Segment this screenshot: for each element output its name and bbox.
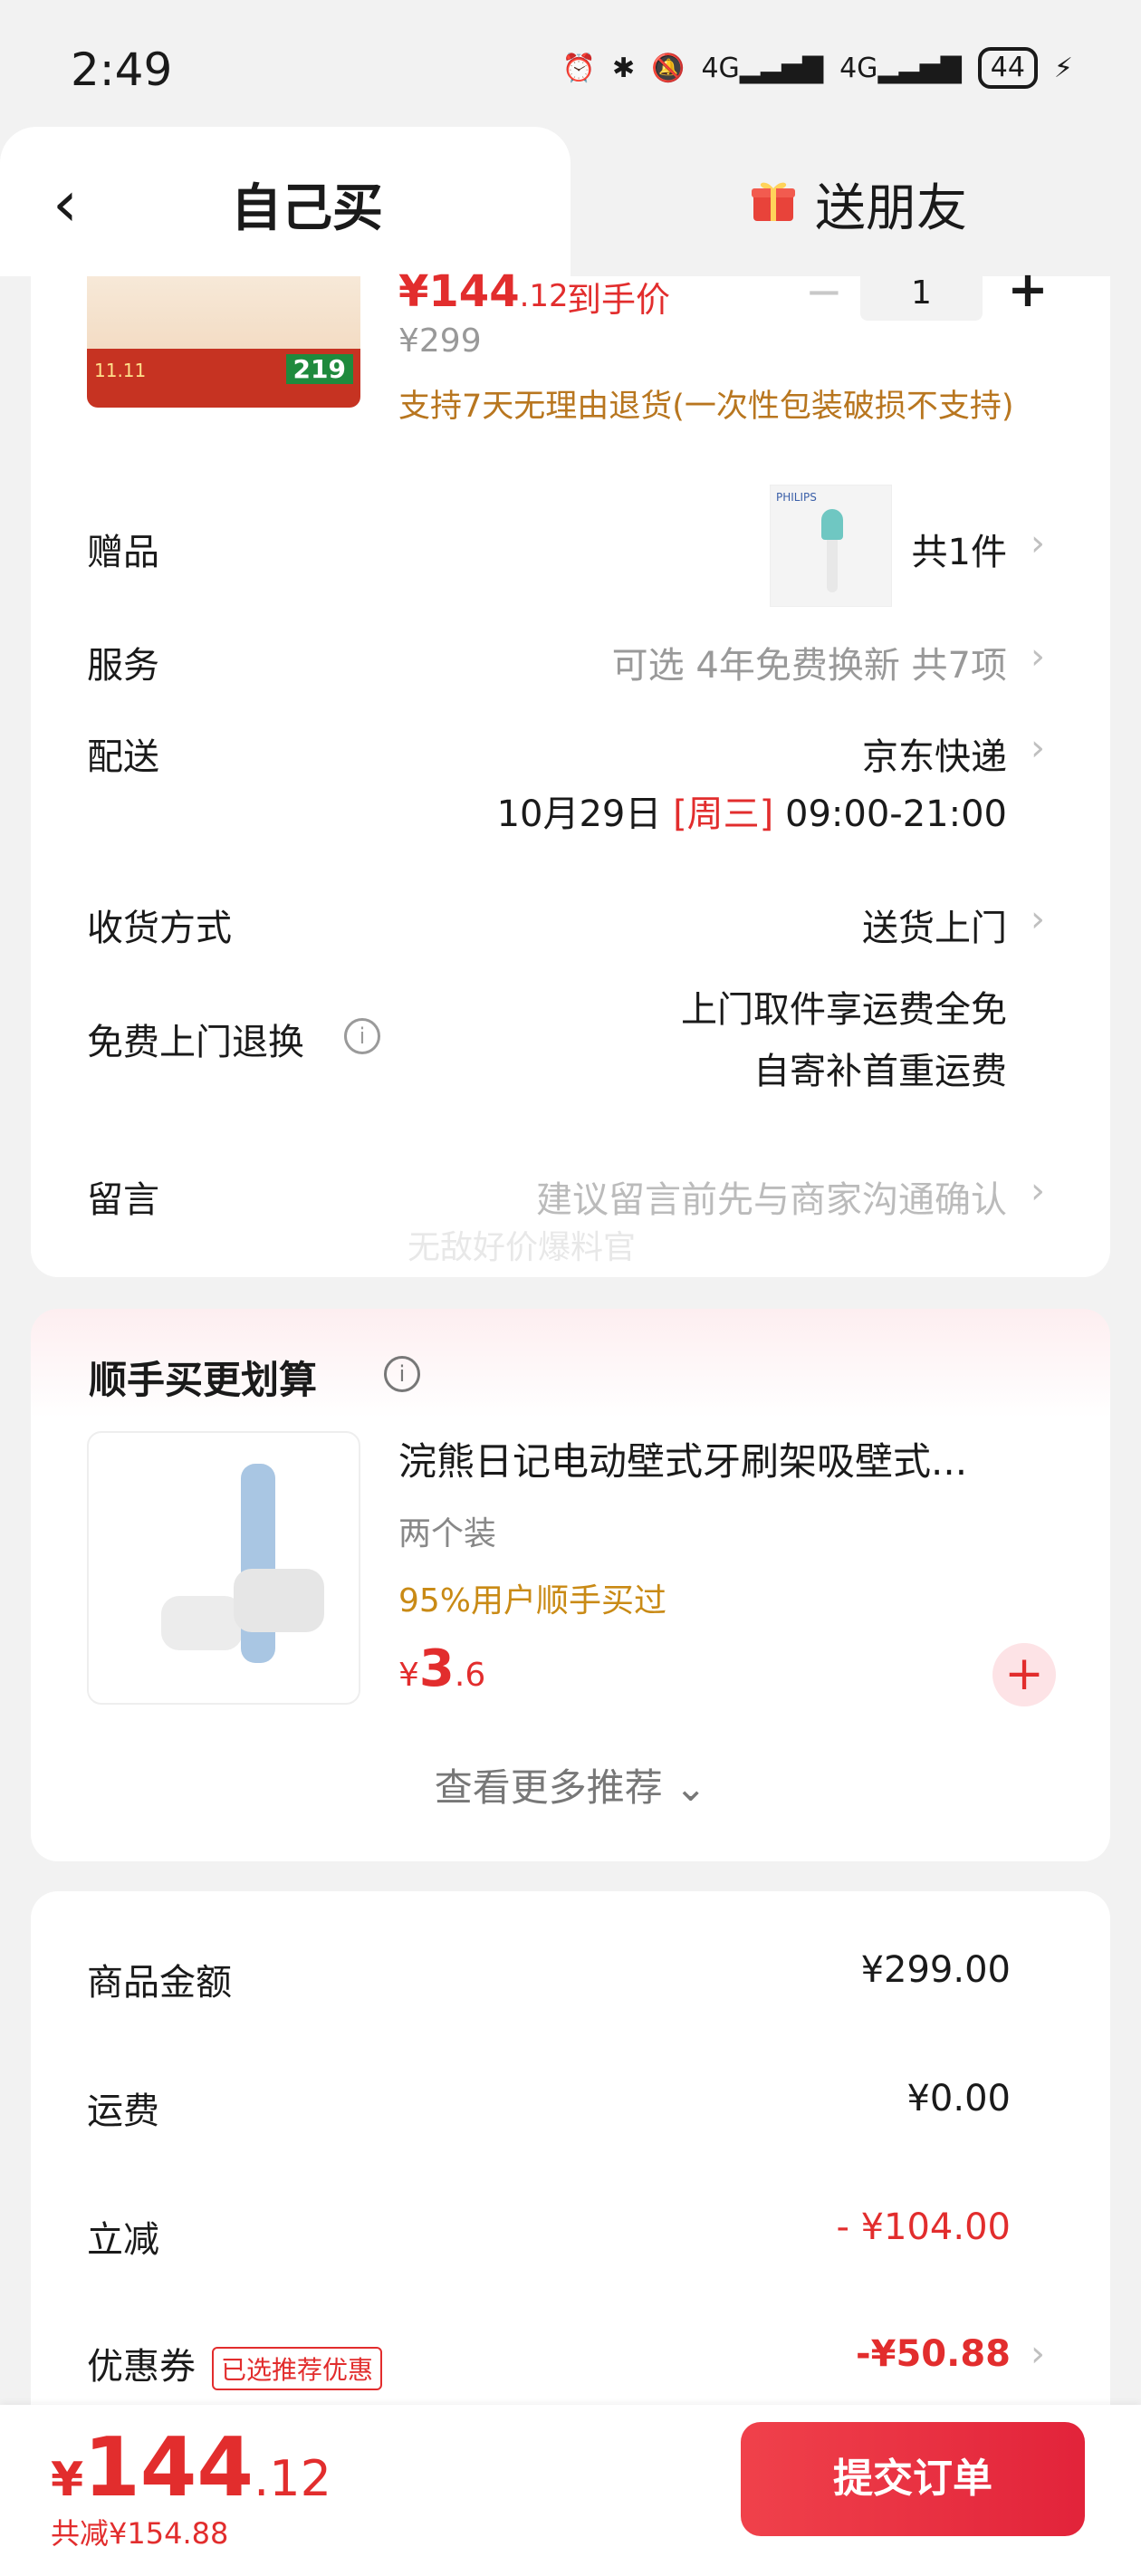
back-chevron-icon[interactable]: ‹	[53, 168, 107, 240]
coupon-tag: 已选推荐优惠	[212, 2347, 383, 2390]
coupon-value[interactable]: -¥50.88	[856, 2333, 1011, 2375]
message-label: 留言	[87, 1179, 159, 1221]
recommend-social-proof: 95%用户顺手买过	[398, 1582, 667, 1620]
price-symbol: ¥	[398, 266, 429, 317]
receive-method-label: 收货方式	[87, 908, 232, 949]
rec-price-int: 3	[418, 1639, 455, 1698]
recommend-product-image[interactable]	[87, 1431, 360, 1705]
delivery-schedule[interactable]: 10月29日 [周三] 09:00-21:00	[497, 784, 1007, 837]
receive-method-value[interactable]: 送货上门	[862, 899, 1007, 951]
coupon-row-label[interactable]: 优惠券 已选推荐优惠	[87, 2337, 383, 2390]
coupon-label: 优惠券	[87, 2346, 196, 2388]
receive-chevron-icon[interactable]: ›	[1031, 899, 1045, 940]
free-return-line2: 自寄补首重运费	[753, 1051, 1007, 1092]
total-saved: 共减¥154.88	[51, 2516, 229, 2551]
recommend-title: 顺手买更划算	[89, 1358, 318, 1402]
chevron-down-icon: ⌄	[675, 1765, 707, 1810]
net-label-2: 4G	[839, 52, 878, 84]
gift-product-image[interactable]: PHILIPS	[770, 485, 892, 607]
tab-send-friend-label[interactable]: 送朋友	[815, 168, 967, 241]
status-time: 2:49	[71, 43, 173, 96]
delivery-date: 10月29日	[496, 793, 662, 835]
delivery-label: 配送	[87, 736, 159, 778]
signal-4g-icon: 4G▂▃▅▇	[701, 52, 824, 84]
thumb-price-badge: 219	[285, 354, 353, 384]
charging-icon: ⚡	[1053, 52, 1073, 84]
recommend-product-name[interactable]: 浣熊日记电动壁式牙刷架吸壁式...	[398, 1431, 1050, 1486]
service-label: 服务	[87, 645, 159, 687]
total-dec: .12	[254, 2450, 331, 2507]
recommend-product-price: ¥3.6	[398, 1639, 485, 1698]
battery-indicator: 44	[977, 47, 1038, 89]
see-more-recommend-button[interactable]: 查看更多推荐 ⌄	[0, 1757, 1141, 1812]
thumb-promo-text: 11.11	[94, 360, 147, 381]
quantity-input[interactable]: 1	[860, 266, 983, 321]
discount-label: 立减	[87, 2219, 159, 2261]
bluetooth-icon: ✱	[611, 52, 636, 84]
delivery-carrier[interactable]: 京东快递	[862, 727, 1007, 780]
price-int: 144	[428, 266, 520, 317]
quantity-plus-button[interactable]: +	[1001, 263, 1055, 317]
recommend-product-spec: 两个装	[398, 1515, 497, 1552]
rec-price-dec: .6	[454, 1657, 486, 1694]
tab-self-buy-label[interactable]: 自己买	[231, 168, 383, 241]
product-price: ¥144.12	[398, 266, 569, 317]
watermark: 无敌好价爆料官	[408, 1229, 637, 1266]
see-more-label[interactable]: 查看更多推荐	[435, 1765, 663, 1810]
gift-brand-mark: PHILIPS	[776, 491, 817, 504]
total-int: 144	[83, 2420, 254, 2515]
signal-4g-icon-2: 4G▂▃▅▇	[839, 52, 962, 84]
net-label: 4G	[701, 52, 740, 84]
info-icon[interactable]: i	[344, 1018, 380, 1054]
price-tag: 到手价	[567, 280, 671, 320]
message-chevron-icon[interactable]: ›	[1031, 1170, 1045, 1212]
price-dec: .12	[519, 278, 569, 314]
total-price: ¥144.12	[51, 2420, 331, 2515]
message-input[interactable]: 建议留言前先与商家沟通确认	[536, 1170, 1007, 1223]
total-currency: ¥	[51, 2453, 84, 2507]
mute-icon: 🔕	[651, 52, 686, 84]
goods-amount-label: 商品金额	[87, 1962, 232, 2004]
gift-count[interactable]: 共1件	[912, 523, 1007, 575]
shipping-value: ¥0.00	[906, 2078, 1011, 2119]
quantity-minus-button[interactable]: −	[797, 268, 851, 315]
gift-icon	[752, 182, 795, 221]
gift-label: 赠品	[87, 532, 159, 573]
free-return-label: 免费上门退换	[87, 1022, 304, 1063]
return-policy: 支持7天无理由退货(一次性包装破损不支持)	[398, 389, 1014, 425]
recommend-info-icon[interactable]: i	[384, 1356, 420, 1392]
original-price: ¥299	[398, 322, 482, 360]
coupon-chevron-icon[interactable]: ›	[1031, 2333, 1045, 2375]
discount-value: - ¥104.00	[836, 2206, 1011, 2248]
delivery-time: 09:00-21:00	[785, 793, 1007, 835]
rec-price-symbol: ¥	[398, 1657, 419, 1694]
gift-chevron-icon[interactable]: ›	[1031, 523, 1045, 564]
status-bar: 2:49 ⏰ ✱ 🔕 4G▂▃▅▇ 4G▂▃▅▇ 44 ⚡	[0, 0, 1141, 127]
product-thumbnail[interactable]: 11.11 219	[87, 276, 360, 408]
service-chevron-icon[interactable]: ›	[1031, 636, 1045, 678]
status-icons: ⏰ ✱ 🔕 4G▂▃▅▇ 4G▂▃▅▇ 44 ⚡	[562, 47, 1073, 89]
service-value[interactable]: 可选 4年免费换新 共7项	[612, 636, 1007, 688]
alarm-icon: ⏰	[561, 52, 596, 84]
add-recommend-button[interactable]: +	[992, 1643, 1056, 1706]
goods-amount-value: ¥299.00	[860, 1949, 1011, 1991]
shipping-label: 运费	[87, 2091, 159, 2132]
submit-order-button[interactable]: 提交订单	[741, 2422, 1085, 2536]
delivery-chevron-icon[interactable]: ›	[1031, 727, 1045, 769]
free-return-line1: 上门取件享运费全免	[681, 989, 1007, 1031]
delivery-weekday: [周三]	[673, 793, 774, 835]
